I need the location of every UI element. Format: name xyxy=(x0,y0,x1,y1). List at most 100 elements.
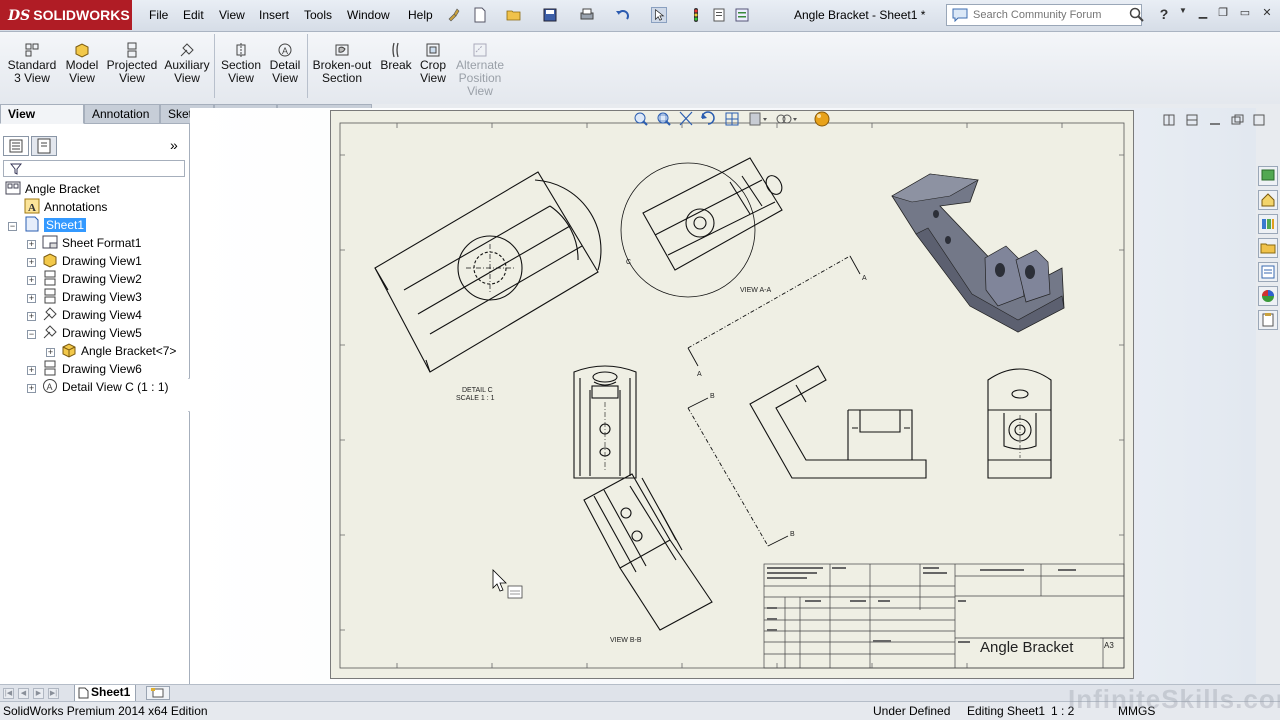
design-library-button[interactable] xyxy=(1258,214,1278,234)
tab-annotation[interactable]: Annotation xyxy=(84,104,160,124)
tree-item-label: Sheet Format1 xyxy=(62,236,142,250)
rotate-view-icon[interactable] xyxy=(701,111,715,125)
tree-item-detail-view[interactable]: A Detail View C (1 : 1) xyxy=(42,378,168,396)
expand-toggle[interactable]: + xyxy=(27,312,36,321)
drawing-icon xyxy=(5,181,21,195)
solidworks-logo[interactable]: DS SOLIDWORKS xyxy=(0,0,132,30)
cmd-label-2: View xyxy=(174,71,200,85)
new-document-icon[interactable] xyxy=(472,7,488,23)
viewport-restore-icon[interactable] xyxy=(1231,114,1244,125)
expand-toggle[interactable]: + xyxy=(46,348,55,357)
tab-view-layout[interactable]: View Layout xyxy=(0,104,84,140)
previous-sheet-icon[interactable]: ◀ xyxy=(18,688,29,699)
section-view-button[interactable]: Section View xyxy=(219,42,263,85)
last-sheet-icon[interactable]: ▶| xyxy=(48,688,59,699)
hide-show-items-icon[interactable] xyxy=(776,114,797,124)
tree-filter-field[interactable] xyxy=(3,160,185,177)
expand-panel-icon[interactable]: » xyxy=(170,137,178,153)
appearances-button[interactable] xyxy=(1258,286,1278,306)
tree-root[interactable]: Angle Bracket xyxy=(5,180,100,198)
options-icon[interactable] xyxy=(734,7,750,23)
help-dropdown-icon[interactable]: ▼ xyxy=(1174,6,1192,22)
zoom-to-selection-icon[interactable] xyxy=(679,111,693,126)
pin-icon[interactable] xyxy=(445,7,461,23)
menu-view[interactable]: View xyxy=(219,8,245,22)
projected-view-button[interactable]: Projected View xyxy=(106,42,158,85)
select-arrow-icon[interactable] xyxy=(651,7,667,23)
collapse-toggle[interactable]: − xyxy=(27,330,36,339)
collapse-toggle[interactable]: − xyxy=(8,222,17,231)
display-style-icon[interactable] xyxy=(749,112,767,126)
drawing-sheet[interactable]: DETAIL C SCALE 1 : 1 C VIEW A-A A A B B xyxy=(330,110,1134,680)
expand-toggle[interactable]: + xyxy=(27,276,36,285)
cmd-label-1: Detail xyxy=(269,58,301,72)
first-sheet-icon[interactable]: |◀ xyxy=(3,688,14,699)
file-explorer-button[interactable] xyxy=(1258,238,1278,258)
expand-toggle[interactable]: + xyxy=(27,258,36,267)
tree-item-drawing-view[interactable]: Drawing View4 xyxy=(42,306,142,324)
tree-item-drawing-view[interactable]: Drawing View6 xyxy=(42,360,142,378)
maximize-icon[interactable]: ▭ xyxy=(1236,6,1254,22)
expand-toggle[interactable]: + xyxy=(27,294,36,303)
tree-item-annotations[interactable]: A Annotations xyxy=(24,198,107,216)
feature-tree-tab[interactable] xyxy=(3,136,29,156)
standard-3-view-button[interactable]: Standard 3 View xyxy=(6,42,58,85)
search-magnifier-icon[interactable] xyxy=(1128,6,1146,22)
menu-file[interactable]: File xyxy=(149,8,168,22)
view-b-b-label: VIEW B-B xyxy=(610,637,642,644)
viewport-maximize-icon[interactable] xyxy=(1253,114,1265,126)
section-view-icon xyxy=(236,43,246,57)
tree-item-drawing-view[interactable]: Drawing View1 xyxy=(42,252,142,270)
rebuild-icon[interactable] xyxy=(688,7,704,23)
break-button[interactable]: Break xyxy=(379,42,413,72)
appearances-icon xyxy=(1262,290,1274,302)
view-palette-button[interactable] xyxy=(1258,262,1278,282)
custom-properties-button[interactable] xyxy=(1258,310,1278,330)
property-manager-tab[interactable] xyxy=(31,136,57,156)
print-icon[interactable] xyxy=(579,7,595,23)
tree-item-drawing-view[interactable]: Drawing View3 xyxy=(42,288,142,306)
annotations-icon: A xyxy=(24,198,40,214)
pan-view-icon[interactable] xyxy=(725,112,739,126)
search-input[interactable] xyxy=(973,9,1133,21)
save-icon[interactable] xyxy=(542,7,558,23)
close-icon[interactable]: ✕ xyxy=(1258,6,1276,22)
auxiliary-view-button[interactable]: Auxiliary View xyxy=(163,42,211,85)
menu-help[interactable]: Help xyxy=(408,8,433,22)
appearance-sphere-icon[interactable] xyxy=(814,111,830,127)
tile-horizontal-icon[interactable] xyxy=(1163,114,1175,126)
open-folder-icon[interactable] xyxy=(506,7,522,23)
undo-icon[interactable] xyxy=(615,7,631,23)
menu-tools[interactable]: Tools xyxy=(304,8,332,22)
menu-window[interactable]: Window xyxy=(347,8,390,22)
zoom-to-area-icon[interactable] xyxy=(657,112,671,126)
tree-item-sheet-format[interactable]: Sheet Format1 xyxy=(42,234,141,252)
menu-edit[interactable]: Edit xyxy=(183,8,204,22)
restore-icon[interactable]: ❐ xyxy=(1214,6,1232,22)
cmd-label-1: Break xyxy=(380,58,412,72)
expand-toggle[interactable]: + xyxy=(27,366,36,375)
help-icon[interactable]: ? xyxy=(1155,6,1173,22)
tree-item-part-reference[interactable]: Angle Bracket<7> xyxy=(61,342,176,360)
crop-view-button[interactable]: Crop View xyxy=(417,42,449,85)
expand-toggle[interactable]: + xyxy=(27,240,36,249)
home-button[interactable] xyxy=(1258,190,1278,210)
tree-item-drawing-view[interactable]: Drawing View2 xyxy=(42,270,142,288)
tree-item-drawing-view[interactable]: Drawing View5 xyxy=(42,324,142,342)
broken-out-section-button[interactable]: Broken-out Section xyxy=(311,42,373,85)
next-sheet-icon[interactable]: ▶ xyxy=(33,688,44,699)
zoom-to-fit-icon[interactable] xyxy=(634,112,648,126)
file-properties-icon[interactable] xyxy=(711,7,727,23)
model-view-button[interactable]: Model View xyxy=(62,42,102,85)
cmd-label-2: Position xyxy=(458,71,502,85)
expand-toggle[interactable]: + xyxy=(27,384,36,393)
minimize-icon[interactable]: ▁ xyxy=(1194,6,1212,22)
detail-view-button[interactable]: A Detail View xyxy=(266,42,304,85)
tile-vertical-icon[interactable] xyxy=(1186,114,1198,126)
search-community-box[interactable] xyxy=(946,4,1142,26)
sheet-tab-sheet1[interactable]: Sheet1 xyxy=(74,685,136,702)
add-sheet-button[interactable] xyxy=(146,686,170,700)
menu-insert[interactable]: Insert xyxy=(259,8,289,22)
solidworks-resources-button[interactable] xyxy=(1258,166,1278,186)
tree-item-sheet1[interactable]: Sheet1 xyxy=(24,216,87,234)
